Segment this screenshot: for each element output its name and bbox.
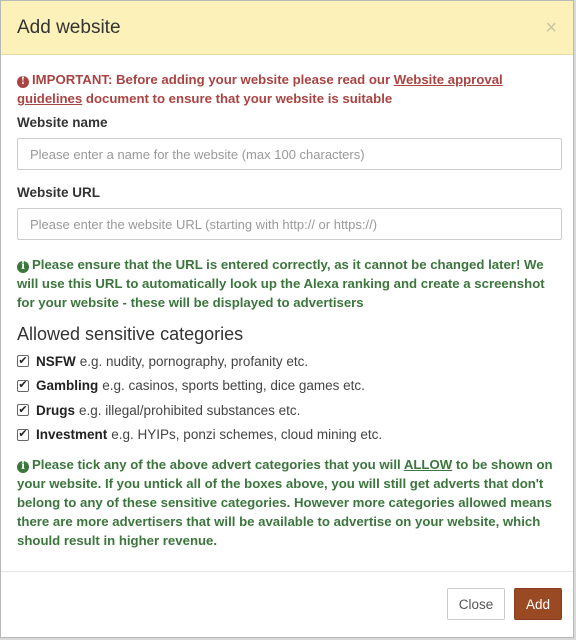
category-drugs: ✔ Drugs e.g. illegal/prohibited substanc…	[17, 398, 558, 423]
allow-note: i Please tick any of the above advert cat…	[17, 455, 558, 550]
allow-note-prefix: Please tick any of the above advert cate…	[32, 457, 401, 472]
info-circle-icon: i	[17, 261, 29, 273]
modal-header: Add website ×	[1, 1, 573, 55]
website-name-label: Website name	[17, 115, 108, 130]
website-url-label: Website URL	[17, 185, 101, 200]
exclamation-circle-icon: !	[17, 76, 29, 88]
investment-checkbox[interactable]: ✔	[17, 428, 29, 441]
modal-body: ! IMPORTANT: Before adding your website p…	[1, 55, 573, 550]
category-description: e.g. illegal/prohibited substances etc.	[79, 402, 301, 418]
modal-title: Add website	[17, 16, 121, 38]
drugs-checkbox[interactable]: ✔	[17, 404, 29, 417]
categories-title: Allowed sensitive categories	[17, 324, 244, 344]
category-description: e.g. nudity, pornography, profanity etc.	[79, 353, 309, 369]
gambling-checkbox[interactable]: ✔	[17, 379, 29, 392]
add-button[interactable]: Add	[514, 588, 562, 620]
allow-emphasis: ALLOW	[403, 457, 453, 472]
important-suffix: document to ensure that your website is …	[85, 91, 393, 106]
category-name: NSFW	[36, 353, 76, 369]
category-description: e.g. casinos, sports betting, dice games…	[102, 378, 365, 394]
url-note-text: Please ensure that the URL is entered co…	[17, 257, 545, 310]
website-url-input[interactable]	[17, 208, 562, 240]
category-name: Drugs	[36, 402, 76, 418]
category-investment: ✔ Investment e.g. HYIPs, ponzi schemes, …	[17, 423, 558, 448]
url-note: i Please ensure that the URL is entered c…	[17, 255, 558, 312]
category-name: Gambling	[36, 378, 99, 394]
add-website-modal: Add website × ! IMPORTANT: Before adding …	[0, 0, 574, 638]
category-name: Investment	[36, 427, 108, 443]
info-circle-icon: i	[17, 461, 29, 473]
close-icon[interactable]: ×	[545, 18, 557, 38]
modal-footer: Close Add	[1, 571, 573, 639]
important-prefix: IMPORTANT: Before adding your website pl…	[32, 72, 391, 87]
category-nsfw: ✔ NSFW e.g. nudity, pornography, profani…	[17, 349, 558, 374]
categories-list: ✔ NSFW e.g. nudity, pornography, profani…	[17, 349, 558, 447]
website-name-input[interactable]	[17, 138, 562, 170]
close-button[interactable]: Close	[447, 588, 505, 620]
category-description: e.g. HYIPs, ponzi schemes, cloud mining …	[111, 427, 383, 443]
nsfw-checkbox[interactable]: ✔	[17, 355, 29, 368]
important-notice: ! IMPORTANT: Before adding your website p…	[17, 70, 558, 108]
category-gambling: ✔ Gambling e.g. casinos, sports betting,…	[17, 374, 558, 399]
